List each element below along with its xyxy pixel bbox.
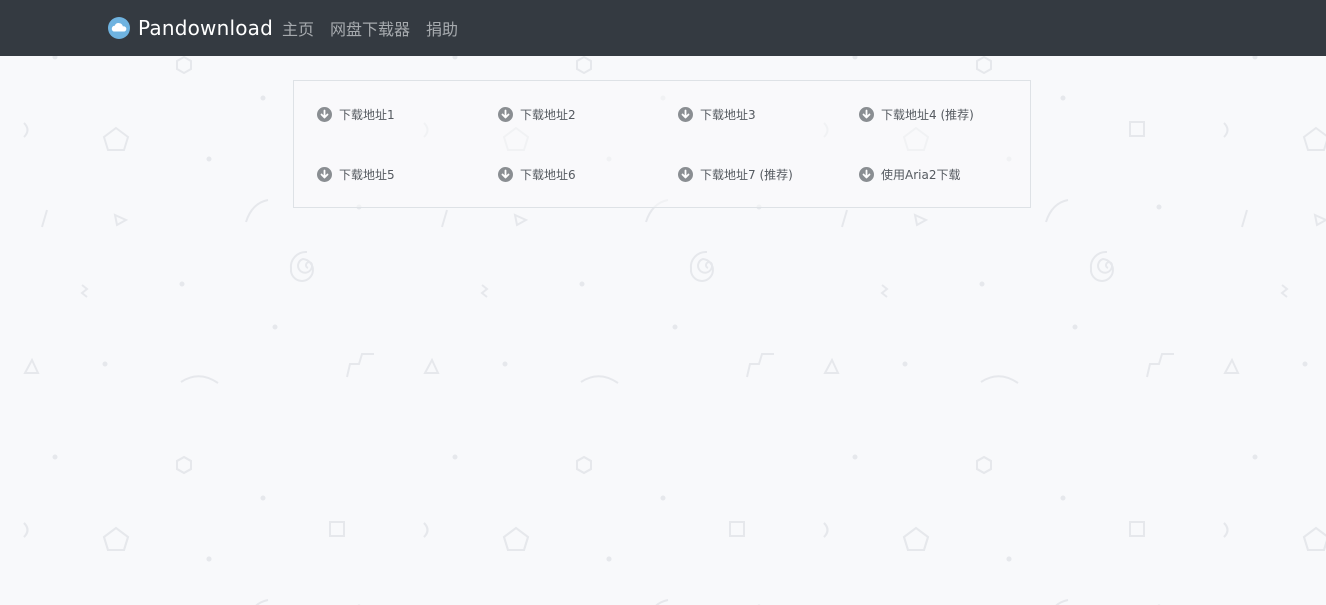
download-link-6[interactable]: 下载地址6 [498, 164, 576, 184]
download-circle-icon [678, 166, 693, 182]
download-link-1[interactable]: 下载地址1 [317, 104, 395, 124]
download-circle-icon [678, 106, 693, 122]
download-circle-icon [317, 106, 332, 122]
download-link-label: 使用Aria2下载 [881, 167, 961, 182]
nav-links: 主页 网盘下载器 捐助 [282, 0, 474, 56]
download-circle-icon [498, 166, 513, 182]
download-link-label: 下载地址3 [700, 107, 756, 122]
download-circle-icon [859, 166, 874, 182]
nav-link-donate[interactable]: 捐助 [426, 16, 458, 40]
download-circle-icon [498, 106, 513, 122]
cloud-logo-icon [108, 17, 130, 39]
download-link-label: 下载地址7 (推荐) [700, 167, 793, 182]
download-link-2[interactable]: 下载地址2 [498, 104, 576, 124]
download-circle-icon [859, 106, 874, 122]
nav-link-home[interactable]: 主页 [282, 16, 314, 40]
download-link-3[interactable]: 下载地址3 [678, 104, 756, 124]
download-link-4-recommended[interactable]: 下载地址4 (推荐) [859, 104, 974, 124]
download-links-panel: 下载地址1 下载地址2 下载地址3 下载地址4 (推荐) 下载地址5 下载地址6 [293, 80, 1031, 208]
download-link-5[interactable]: 下载地址5 [317, 164, 395, 184]
download-link-label: 下载地址2 [520, 107, 576, 122]
download-link-label: 下载地址1 [339, 107, 395, 122]
brand-link[interactable]: Pandownload [108, 0, 273, 56]
download-link-label: 下载地址6 [520, 167, 576, 182]
aria2-download-link[interactable]: 使用Aria2下载 [859, 164, 960, 184]
download-circle-icon [317, 166, 332, 182]
download-link-label: 下载地址4 (推荐) [881, 107, 974, 122]
nav-link-downloader[interactable]: 网盘下载器 [330, 16, 410, 40]
brand-name: Pandownload [138, 16, 274, 40]
top-navbar: Pandownload 主页 网盘下载器 捐助 [0, 0, 1326, 56]
download-link-label: 下载地址5 [339, 167, 395, 182]
download-link-7-recommended[interactable]: 下载地址7 (推荐) [678, 164, 793, 184]
